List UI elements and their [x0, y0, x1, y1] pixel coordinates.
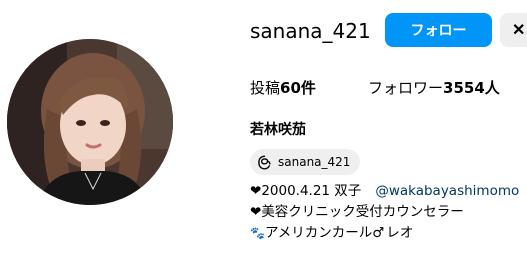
- threads-handle: sanana_421: [278, 155, 351, 169]
- close-icon: ✕: [512, 22, 526, 39]
- heart-icon: ❤: [250, 204, 262, 220]
- bio-job-text: 美容クリニック受付カウンセラー: [261, 204, 464, 220]
- bio-line-job: ❤ 美容クリニック受付カウンセラー: [250, 202, 519, 223]
- more-options-button[interactable]: ✕: [500, 13, 527, 47]
- followers-count: 3554人: [443, 79, 500, 97]
- avatar-photo: [7, 39, 173, 205]
- threads-link[interactable]: sanana_421: [250, 149, 361, 175]
- male-symbol-icon: ♂: [372, 225, 385, 241]
- follow-button[interactable]: フォロー: [385, 13, 492, 47]
- paw-icon: 🐾: [250, 226, 265, 240]
- bio-line-birthday: ❤ 2000.4.21 双子 @wakabayashimomo: [250, 181, 519, 202]
- profile-header: sanana_421 フォロー ✕ 投稿60件 フォロワー3554人 若林咲茄 …: [0, 0, 527, 255]
- profile-username: sanana_421: [250, 19, 371, 43]
- bio-pet-breed: アメリカンカール: [264, 225, 373, 241]
- threads-icon: [257, 155, 272, 170]
- followers-label: フォロワー: [368, 79, 444, 97]
- heart-icon: ❤: [250, 183, 262, 199]
- profile-avatar[interactable]: [7, 39, 173, 205]
- posts-stat: 投稿60件: [250, 77, 316, 99]
- mention-link[interactable]: @wakabayashimomo: [375, 181, 519, 202]
- posts-count: 60件: [280, 79, 316, 97]
- bio-pet-name: レオ: [386, 225, 414, 241]
- bio-birthday-text: 2000.4.21 双子: [261, 183, 362, 199]
- profile-bio: ❤ 2000.4.21 双子 @wakabayashimomo ❤ 美容クリニッ…: [250, 181, 519, 244]
- posts-label: 投稿: [250, 79, 281, 97]
- followers-stat[interactable]: フォロワー3554人: [368, 77, 500, 99]
- bio-line-pet: 🐾 アメリカンカール ♂ レオ: [250, 223, 519, 244]
- display-name: 若林咲茄: [250, 122, 306, 138]
